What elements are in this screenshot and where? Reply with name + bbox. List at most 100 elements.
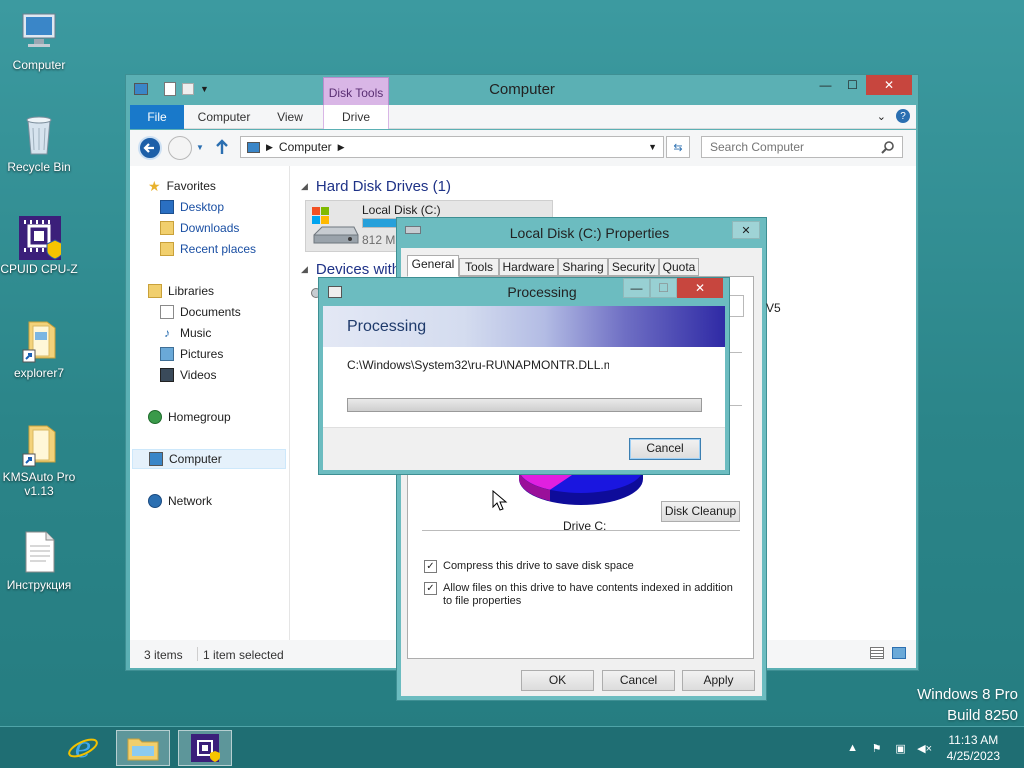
taskbar-internet-explorer[interactable]: e [56, 730, 110, 766]
tab-drive[interactable]: Drive [323, 105, 389, 129]
nav-homegroup-label: Homegroup [168, 410, 231, 424]
apply-button[interactable]: Apply [682, 670, 755, 691]
desktop-icon-label: Инструкция [6, 578, 72, 592]
drive-free-space: 812 MI [362, 233, 399, 247]
nav-pictures[interactable]: Pictures [160, 344, 223, 364]
minimize-button[interactable]: — [812, 75, 839, 95]
minimize-button[interactable]: — [623, 278, 650, 298]
text-document-icon [17, 530, 61, 574]
address-field[interactable]: ▶ Computer ▶ ▼ [240, 136, 664, 158]
details-view-icon[interactable] [870, 647, 884, 659]
nav-desktop[interactable]: Desktop [160, 197, 224, 217]
separator [422, 530, 740, 531]
taskbar-cpu-z[interactable] [178, 730, 232, 766]
windows-build-watermark: Windows 8 Pro Build 8250 [917, 684, 1018, 726]
nav-documents[interactable]: Documents [160, 302, 241, 322]
processing-body: Processing C:\Windows\System32\ru-RU\NAP… [323, 306, 725, 470]
forward-button[interactable] [168, 136, 192, 160]
index-checkbox[interactable]: ✓ Allow files on this drive to have cont… [424, 582, 744, 608]
refresh-button[interactable]: ⇆ [666, 136, 690, 158]
nav-recent-label: Recent places [180, 242, 257, 256]
downloads-icon [160, 221, 174, 235]
tab-sharing[interactable]: Sharing [558, 258, 608, 276]
watermark-edition: Windows 8 Pro [917, 686, 1018, 703]
nav-homegroup[interactable]: Homegroup [148, 407, 231, 427]
tab-hardware[interactable]: Hardware [499, 258, 558, 276]
processing-footer: Cancel [323, 427, 725, 470]
expand-ribbon-icon[interactable]: ⌄ [877, 110, 886, 123]
libraries-icon [148, 284, 162, 298]
checkbox-checked-icon[interactable]: ✓ [424, 560, 437, 573]
desktop-icon-computer[interactable]: Computer [0, 10, 78, 72]
group-hard-disk-drives[interactable]: ◢ Hard Disk Drives (1) [301, 178, 451, 195]
progress-bar [347, 398, 702, 412]
nav-favorites[interactable]: ★ Favorites [148, 176, 216, 196]
nav-videos[interactable]: Videos [160, 365, 216, 385]
tab-quota[interactable]: Quota [659, 258, 699, 276]
close-button[interactable]: ✕ [866, 75, 912, 95]
network-status-icon[interactable]: ▣ [893, 740, 909, 756]
checkbox-checked-icon[interactable]: ✓ [424, 582, 437, 595]
ribbon-help-area: ⌄ ? [877, 109, 910, 123]
title-bar[interactable]: ▼ Disk Tools Computer — ☐ ✕ [126, 75, 918, 129]
search-input[interactable] [701, 136, 903, 158]
desktop-icon-kmsauto[interactable]: KMSAuto Pro v1.13 [0, 422, 78, 498]
show-hidden-icons-icon[interactable]: ▲ [845, 740, 861, 756]
tab-tools[interactable]: Tools [459, 258, 499, 276]
large-icons-view-icon[interactable] [892, 647, 906, 659]
desktop-icon-explorer7[interactable]: explorer7 [0, 318, 78, 380]
nav-libraries[interactable]: Libraries [148, 281, 214, 301]
tab-general[interactable]: General [407, 255, 459, 277]
desktop-icon-recycle-bin[interactable]: Recycle Bin [0, 112, 78, 174]
tab-file[interactable]: File [130, 105, 184, 129]
ok-button[interactable]: OK [521, 670, 594, 691]
group-devices-label: Devices with [315, 261, 401, 278]
recent-locations-dropdown[interactable]: ▼ [196, 143, 204, 152]
up-button[interactable] [214, 138, 230, 159]
nav-recent-places[interactable]: Recent places [160, 239, 256, 259]
music-icon: ♪ [164, 326, 170, 340]
nav-desktop-label: Desktop [180, 200, 225, 214]
tab-computer[interactable]: Computer [192, 105, 256, 129]
nav-network[interactable]: Network [148, 491, 212, 511]
drive-name: Local Disk (C:) [362, 203, 441, 217]
clock-date: 4/25/2023 [946, 749, 1000, 763]
breadcrumb-computer[interactable]: Computer [279, 140, 332, 154]
tab-security[interactable]: Security [608, 258, 659, 276]
address-dropdown-icon[interactable]: ▼ [648, 142, 657, 152]
breadcrumb-arrow-icon[interactable]: ▶ [338, 142, 345, 153]
nav-computer[interactable]: Computer [132, 449, 286, 469]
breadcrumb-arrow-icon[interactable]: ▶ [266, 142, 273, 153]
nav-downloads[interactable]: Downloads [160, 218, 239, 238]
action-center-flag-icon[interactable]: ⚑ [869, 740, 885, 756]
maximize-button[interactable]: ☐ [839, 75, 866, 95]
computer-small-icon [247, 141, 260, 153]
group-hdd-label: Hard Disk Drives (1) [315, 178, 451, 195]
file-explorer-icon [127, 738, 159, 761]
homegroup-icon [148, 410, 162, 424]
cpu-z-icon [191, 734, 220, 762]
cancel-button[interactable]: Cancel [602, 670, 675, 691]
group-devices[interactable]: ◢ Devices with [301, 261, 400, 278]
nav-downloads-label: Downloads [180, 221, 240, 235]
compress-checkbox[interactable]: ✓ Compress this drive to save disk space [424, 560, 744, 573]
back-button[interactable] [138, 136, 162, 160]
desktop-icon-cpu-z[interactable]: CPUID CPU-Z [0, 214, 78, 276]
system-tray: ▲ ⚑ ▣ ◀× 11:13 AM 4/25/2023 [841, 727, 1024, 768]
processing-cancel-button[interactable]: Cancel [629, 438, 701, 460]
clock[interactable]: 11:13 AM 4/25/2023 [947, 732, 1000, 764]
properties-close-button[interactable]: ✕ [732, 221, 760, 239]
help-icon[interactable]: ? [896, 109, 910, 123]
close-button[interactable]: ✕ [677, 278, 723, 298]
desktop-icon-instruction[interactable]: Инструкция [0, 530, 78, 592]
tab-view[interactable]: View [268, 105, 312, 129]
disk-cleanup-button[interactable]: Disk Cleanup [661, 501, 740, 522]
taskbar-file-explorer[interactable] [116, 730, 170, 766]
star-icon: ★ [148, 177, 161, 194]
nav-libraries-label: Libraries [168, 284, 215, 298]
search-icon[interactable] [881, 140, 895, 154]
volume-muted-icon[interactable]: ◀× [917, 740, 933, 756]
status-selected: 1 item selected [203, 648, 284, 662]
desktop-icon-label: CPUID CPU-Z [0, 262, 78, 276]
nav-music[interactable]: ♪ Music [160, 323, 211, 343]
